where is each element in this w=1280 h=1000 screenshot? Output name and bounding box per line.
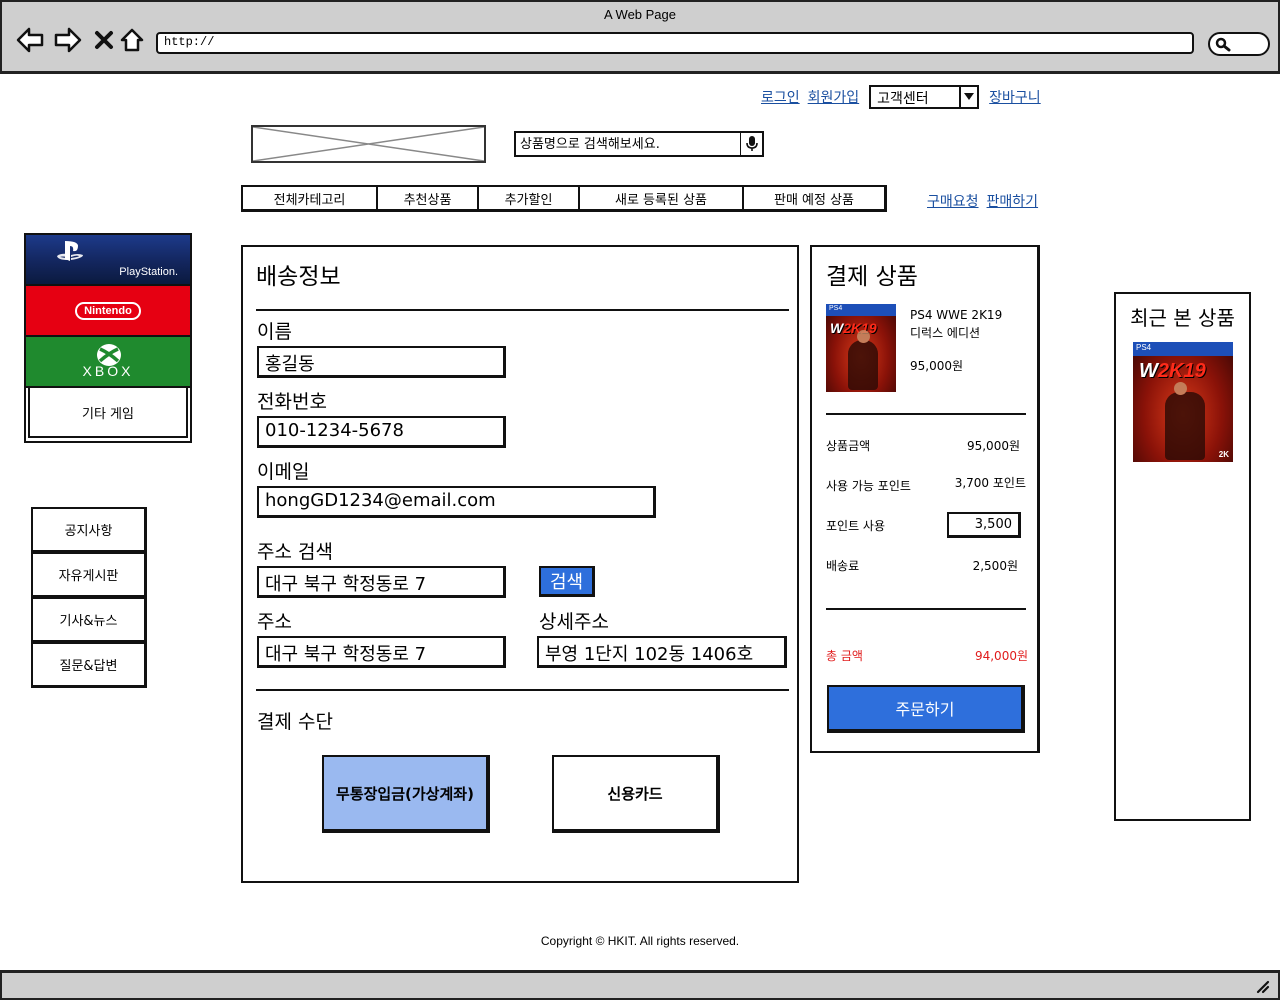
ps4-badge: PS4 [1133,342,1233,356]
board-qna[interactable]: 질문&답변 [31,642,147,688]
nintendo-label: Nintendo [75,301,141,320]
platform-menu: PlayStation. Nintendo XBOX 기타 게임 [24,233,192,443]
magnifier-icon [1215,37,1231,52]
browser-search-box[interactable] [1208,32,1270,56]
address-search-label: 주소 검색 [257,541,333,563]
microphone-icon[interactable] [740,133,762,155]
search-input[interactable] [516,133,738,156]
tab-extra-discount[interactable]: 추가할인 [479,187,580,209]
nintendo-banner[interactable]: Nintendo [26,286,190,337]
support-select-value: 고객센터 [877,91,929,107]
divider [256,689,789,691]
product-name-line2: 디럭스 에디션 [910,326,981,340]
playstation-logo-icon [57,241,83,261]
trade-links: 구매요청 판매하기 [927,191,1038,211]
available-points-value: 3,700 포인트 [954,476,1026,490]
home-icon[interactable] [118,26,146,54]
xbox-label: XBOX [82,363,134,379]
item-price-value: 95,000원 [966,439,1020,453]
sell-link[interactable]: 판매하기 [987,191,1039,211]
top-utility-links: 로그인 회원가입 고객센터 장바구니 [761,85,1041,109]
recently-viewed-title: 최근 본 상품 [1130,306,1235,330]
total-row: 총 금액 94,000원 [826,647,1028,664]
item-price-label: 상품금액 [826,439,871,453]
shipping-fee-value: 2,500원 [972,559,1018,573]
support-select[interactable]: 고객센터 [869,85,980,109]
image-placeholder-icon [252,126,485,162]
address-label: 주소 [257,611,292,633]
resize-grip-icon[interactable] [1254,978,1270,994]
order-button[interactable]: 주문하기 [827,685,1025,733]
recent-product-thumbnail[interactable]: PS4 W2K19 2K [1133,342,1233,462]
tab-new-products[interactable]: 새로 등록된 상품 [580,187,744,209]
ps4-badge: PS4 [826,304,896,316]
playstation-label: PlayStation. [119,266,178,278]
credit-card-button[interactable]: 신용카드 [552,755,720,833]
item-price-row: 상품금액 95,000원 [826,437,1026,454]
signup-link[interactable]: 회원가입 [808,87,860,107]
login-link[interactable]: 로그인 [761,87,800,107]
address-bar[interactable]: http:// [156,32,1194,54]
name-label: 이름 [257,321,292,343]
product-search [514,131,764,157]
address-field[interactable]: 대구 북구 학정동로 7 [257,636,506,668]
tab-upcoming[interactable]: 판매 예정 상품 [744,187,884,209]
wrestler-figure [1165,382,1205,460]
use-points-input[interactable]: 3,500 [947,512,1021,538]
address-search-button[interactable]: 검색 [539,566,595,597]
summary-title: 결제 상품 [826,264,918,290]
shipping-fee-row: 배송료 2,500원 [826,557,1026,574]
available-points-label: 사용 가능 포인트 [826,479,911,493]
tab-all-categories[interactable]: 전체카테고리 [243,187,378,209]
email-label: 이메일 [257,461,310,483]
board-free[interactable]: 자유게시판 [31,552,147,598]
category-tabs: 전체카테고리 추천상품 추가할인 새로 등록된 상품 판매 예정 상품 [241,185,887,212]
recently-viewed-panel: 최근 본 상품 PS4 W2K19 2K [1114,292,1251,821]
phone-field[interactable]: 010-1234-5678 [257,416,506,448]
email-field[interactable]: hongGD1234@email.com [257,486,656,518]
order-summary: 결제 상품 PS4 W2K19 PS4 WWE 2K19 디럭스 에디션 95,… [810,245,1040,753]
divider [256,309,789,311]
product-thumbnail[interactable]: PS4 W2K19 [826,304,896,392]
cart-link[interactable]: 장바구니 [989,87,1041,107]
publisher-badge: 2K [1218,450,1229,459]
detail-address-label: 상세주소 [539,611,609,633]
shipping-title: 배송정보 [256,264,341,290]
playstation-banner[interactable]: PlayStation. [26,235,190,286]
payment-method-title: 결제 수단 [257,711,333,733]
buy-request-link[interactable]: 구매요청 [927,191,979,211]
browser-statusbar [0,970,1280,1000]
board-news[interactable]: 기사&뉴스 [31,597,147,643]
detail-address-field[interactable]: 부영 1단지 102동 1406호 [537,636,787,668]
window-title: A Web Page [603,7,677,22]
chevron-down-icon [959,87,977,107]
available-points-row: 사용 가능 포인트 3,700 포인트 [826,476,1026,494]
logo-placeholder[interactable] [251,125,486,163]
divider [826,608,1026,610]
bank-transfer-button[interactable]: 무통장입금(가상계좌) [322,755,490,833]
browser-titlebar: A Web Page http:// [0,0,1280,74]
shipping-fee-label: 배송료 [826,559,860,573]
wrestler-figure [848,330,878,390]
name-field[interactable]: 홍길동 [257,346,506,378]
use-points-label: 포인트 사용 [826,519,886,533]
total-value: 94,000원 [974,649,1028,663]
forward-arrow-icon[interactable] [54,26,82,54]
board-notice[interactable]: 공지사항 [31,507,147,553]
shipping-panel: 배송정보 이름 홍길동 전화번호 010-1234-5678 이메일 hongG… [241,245,799,883]
board-menu: 공지사항 자유게시판 기사&뉴스 질문&답변 [31,507,149,691]
back-arrow-icon[interactable] [16,26,44,54]
product-price: 95,000원 [910,359,964,373]
box-art-title: W2K19 [1139,360,1206,382]
divider [826,413,1026,415]
xbox-banner[interactable]: XBOX [26,337,190,388]
tab-recommended[interactable]: 추천상품 [378,187,479,209]
phone-label: 전화번호 [257,391,327,413]
total-label: 총 금액 [826,649,863,663]
other-games-button[interactable]: 기타 게임 [28,388,188,438]
product-name-line1: PS4 WWE 2K19 [910,308,1003,322]
address-search-field[interactable]: 대구 북구 학정동로 7 [257,566,506,598]
copyright-text: Copyright © HKIT. All rights reserved. [540,934,740,948]
close-x-icon[interactable] [90,26,118,54]
